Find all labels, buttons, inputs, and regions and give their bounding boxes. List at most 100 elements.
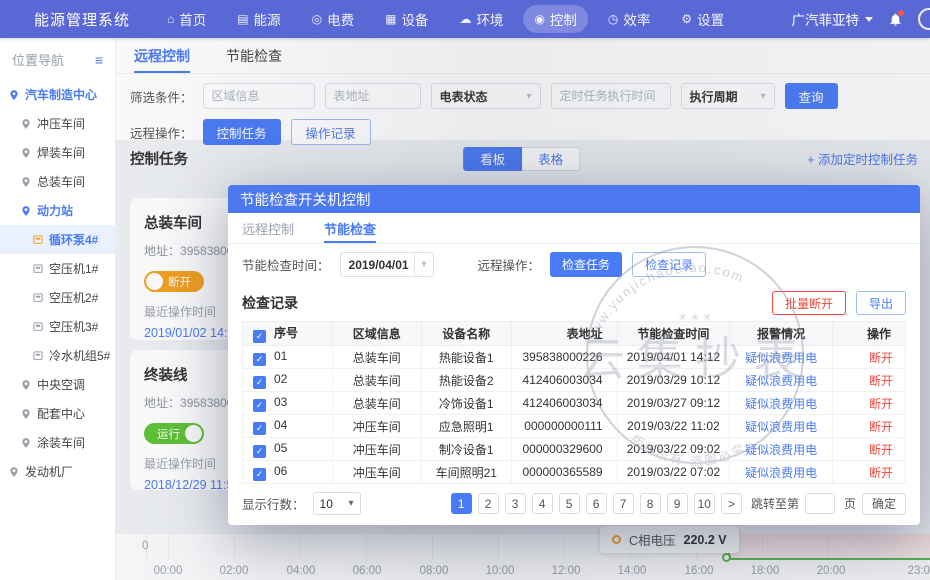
page-button-6[interactable]: 6 [586,493,607,514]
add-scheduled-task-link[interactable]: + 添加定时控制任务 [807,149,918,168]
page-button-10[interactable]: 10 [694,493,715,514]
collapse-icon[interactable]: ≡ [95,52,103,68]
page-button-1[interactable]: 1 [451,493,472,514]
row-checkbox[interactable]: ✓ [253,468,266,481]
disconnect-link[interactable]: 断开 [833,415,906,438]
sidebar-item-air-compressor-1[interactable]: 空压机1# [0,254,115,283]
alarm-link[interactable]: 疑似浪费用电 [730,346,833,369]
alarm-link[interactable]: 疑似浪费用电 [730,438,833,461]
alarm-link[interactable]: 疑似浪费用电 [730,461,833,484]
sidebar-item-chiller-unit-5[interactable]: 冷水机组5# [0,341,115,370]
table-row[interactable]: ✓04 冲压车间 应急照明1 000000000111 2019/03/22 1… [243,415,906,438]
row-checkbox[interactable]: ✓ [253,353,266,366]
device-icon: ▦ [385,12,396,26]
area-info-input[interactable] [203,83,315,109]
disconnect-link[interactable]: 断开 [833,461,906,484]
sidebar-item-central-ac[interactable]: 中央空调 [0,370,115,399]
table-row[interactable]: ✓05 冲压车间 制冷设备1 000000329600 2019/03/22 0… [243,438,906,461]
meter-address-input[interactable] [325,83,421,109]
disconnect-link[interactable]: 断开 [833,438,906,461]
addr-label: 地址： [144,244,180,258]
page-button-8[interactable]: 8 [640,493,661,514]
nav-efficiency[interactable]: ◷效率 [597,5,661,33]
alarm-link[interactable]: 疑似浪费用电 [730,415,833,438]
sidebar-item-auto-center[interactable]: 汽车制造中心 [0,80,115,109]
modal-tabs: 远程控制 节能检查 [228,213,920,244]
disconnect-link[interactable]: 断开 [833,346,906,369]
power-toggle[interactable]: 运行 [144,423,204,444]
page-button-9[interactable]: 9 [667,493,688,514]
nav-home[interactable]: ⌂首页 [156,5,217,33]
user-avatar-partial[interactable] [918,8,930,30]
page-button-2[interactable]: 2 [478,493,499,514]
sidebar-item-stamping-shop[interactable]: 冲压车间 [0,109,115,138]
caret-icon: ▾ [526,91,531,102]
modal-tab-energy-check[interactable]: 节能检查 [324,213,376,243]
board-view-toggle[interactable]: 看板 [463,147,522,171]
nav-settings[interactable]: ⚙设置 [670,5,735,33]
check-task-button[interactable]: 检查任务 [550,252,622,277]
operation-record-button[interactable]: 操作记录 [291,119,371,145]
pin-icon [20,205,32,217]
account-menu[interactable]: 广汽菲亚特 [792,9,874,29]
disconnect-link[interactable]: 断开 [833,392,906,415]
nav-environment[interactable]: ☁环境 [448,5,514,33]
view-toggle: 看板 表格 [463,147,580,171]
row-checkbox[interactable]: ✓ [253,445,266,458]
sidebar-item-power-station[interactable]: 动力站 [0,196,115,225]
sidebar-item-air-compressor-2[interactable]: 空压机2# [0,283,115,312]
sidebar-item-welding-shop[interactable]: 焊装车间 [0,138,115,167]
check-record-button[interactable]: 检查记录 [632,252,706,277]
next-page-button[interactable]: > [721,493,742,514]
page-button-3[interactable]: 3 [505,493,526,514]
tab-energy-check[interactable]: 节能检查 [226,38,282,73]
table-view-toggle[interactable]: 表格 [522,147,580,171]
rows-per-page-select[interactable]: 10▾ [313,492,361,515]
page-button-5[interactable]: 5 [559,493,580,514]
page-button-7[interactable]: 7 [613,493,634,514]
export-button[interactable]: 导出 [856,291,906,315]
jump-suffix: 页 [844,495,856,512]
sidebar-item-circulating-pump-4[interactable]: 循环泵4# [0,225,115,254]
nav-energy[interactable]: ▤能源 [226,5,291,33]
cycle-select[interactable]: 执行周期▾ [681,83,775,109]
alarm-link[interactable]: 疑似浪费用电 [730,369,833,392]
control-task-button[interactable]: 控制任务 [203,119,281,145]
row-checkbox[interactable]: ✓ [253,422,266,435]
page-button-4[interactable]: 4 [532,493,553,514]
check-date-select[interactable]: 2019/04/01▾ [340,252,434,277]
table-row[interactable]: ✓02 总装车间 热能设备2 412406003034 2019/03/29 1… [243,369,906,392]
modal-controls: 节能检查时间： 2019/04/01▾ 远程操作： 检查任务 检查记录 [228,244,920,284]
pin-icon [20,437,32,449]
notifications-bell[interactable] [888,12,903,27]
alarm-link[interactable]: 疑似浪费用电 [730,392,833,415]
row-checkbox[interactable]: ✓ [253,399,266,412]
sidebar-item-assembly-shop[interactable]: 总装车间 [0,167,115,196]
sidebar-item-air-compressor-3[interactable]: 空压机3# [0,312,115,341]
disconnect-link[interactable]: 断开 [833,369,906,392]
power-toggle[interactable]: 断开 [144,271,204,292]
modal-tab-remote-control[interactable]: 远程控制 [242,213,294,243]
select-all-checkbox[interactable]: ✓ [253,330,266,343]
sidebar-item-support-center[interactable]: 配套中心 [0,399,115,428]
meter-status-select[interactable]: 电表状态▾ [431,83,541,109]
nav-electricity-fee[interactable]: ◎电费 [301,5,365,33]
clock-icon: ◷ [608,12,618,26]
nav-device[interactable]: ▦设备 [374,5,439,33]
batch-disconnect-button[interactable]: 批量断开 [772,291,846,315]
table-row[interactable]: ✓03 总装车间 冷饰设备1 412406003034 2019/03/27 0… [243,392,906,415]
confirm-button[interactable]: 确定 [862,493,906,515]
row-checkbox[interactable]: ✓ [253,376,266,389]
tab-remote-control[interactable]: 远程控制 [134,38,190,73]
table-row[interactable]: ✓06 冲压车间 车间照明21 000000365589 2019/03/22 … [243,461,906,484]
table-row[interactable]: ✓01 总装车间 热能设备1 395838000226 2019/04/01 1… [243,346,906,369]
control-task-section: 控制任务 看板 表格 + 添加定时控制任务 [130,148,918,169]
nav-control[interactable]: ◉控制 [523,5,587,33]
task-time-input[interactable] [551,83,671,109]
search-button[interactable]: 查询 [785,83,838,109]
sidebar-item-painting-shop[interactable]: 涂装车间 [0,428,115,457]
sidebar-item-engine-plant[interactable]: 发动机厂 [0,457,115,486]
ops-label: 远程操作： [130,123,193,142]
gear-icon: ⚙ [681,12,692,26]
jump-page-input[interactable] [805,493,835,514]
